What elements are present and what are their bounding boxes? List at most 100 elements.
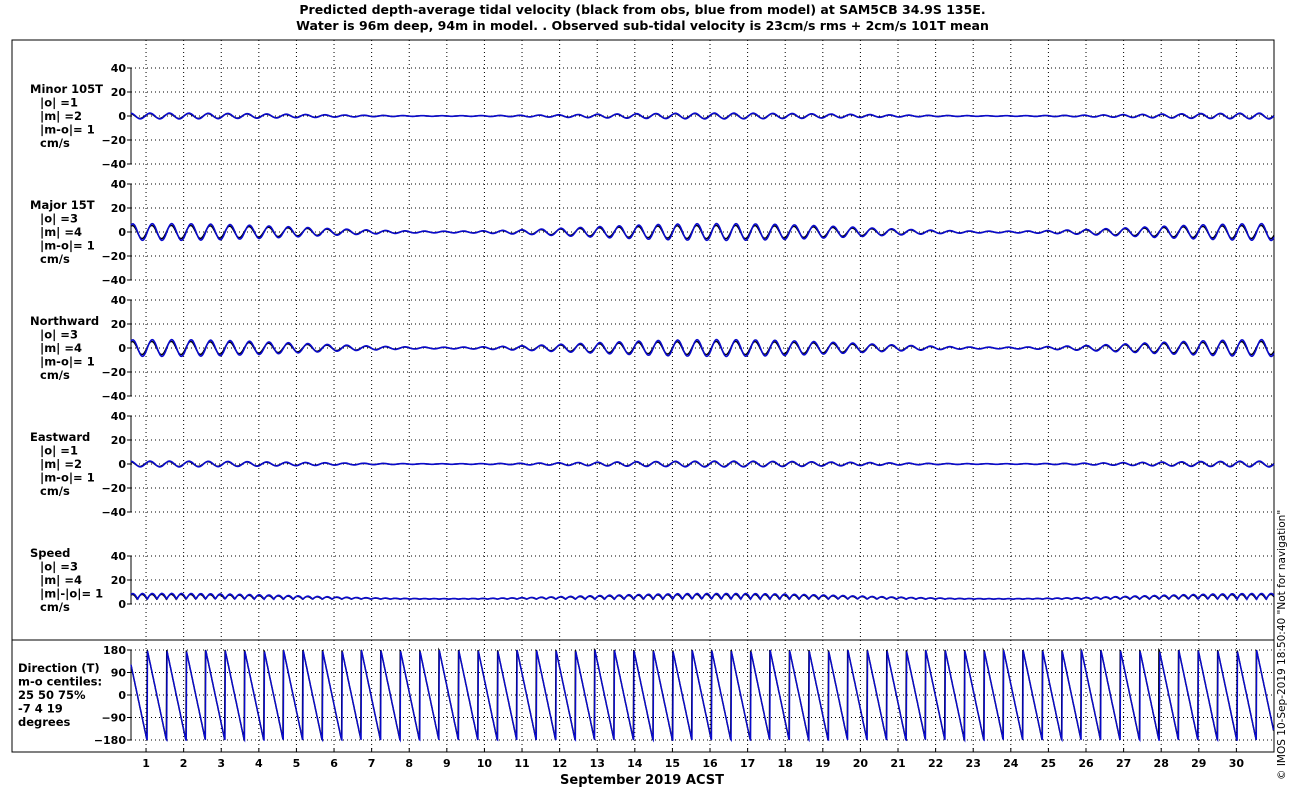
y-tick-label: −180 xyxy=(94,734,127,747)
panel-label-line: cm/s xyxy=(40,484,70,498)
x-tick-label: 24 xyxy=(1003,757,1019,770)
series-line-model-northward xyxy=(130,338,1275,358)
panel-label-line: cm/s xyxy=(40,368,70,382)
panel-label-line: Northward xyxy=(30,314,99,328)
y-tick-label: 0 xyxy=(118,458,126,471)
x-tick-label: 1 xyxy=(142,757,150,770)
y-tick-label: 180 xyxy=(103,644,126,657)
x-tick-label: 23 xyxy=(966,757,981,770)
panel-label-line: Speed xyxy=(30,546,70,560)
x-tick-label: 11 xyxy=(514,757,529,770)
x-tick-label: 19 xyxy=(815,757,830,770)
tidal-velocity-chart: 1 2 3 4 5 6 7 8 9 10 11 12 13 14 15 16 17 18 19 20 21 22 23 24 2… xyxy=(11,39,1275,788)
panel-label-line: |m-o|= 1 xyxy=(40,123,95,137)
panel-label-line: Minor 105T xyxy=(30,82,103,96)
x-tick-label: 22 xyxy=(928,757,943,770)
y-tick-label: −40 xyxy=(101,274,126,287)
series-line-model-eastward xyxy=(130,460,1275,468)
upper-frame xyxy=(11,39,1275,641)
panel-label-line: |m-o|= 1 xyxy=(40,355,95,369)
footer-note: © IMOS 10-Sep-2019 18:50:40 "Not for nav… xyxy=(1276,509,1288,780)
panel-label-line: m-o centiles: xyxy=(18,675,102,689)
panel-label-line: |m| =4 xyxy=(40,225,82,239)
y-tick-label: 20 xyxy=(111,202,127,215)
x-tick-label: 6 xyxy=(330,757,338,770)
y-tick-label: 90 xyxy=(111,667,127,680)
series-line-model-speed xyxy=(130,592,1275,601)
x-tick-label: 18 xyxy=(778,757,793,770)
x-tick-label: 29 xyxy=(1191,757,1206,770)
x-tick-label: 17 xyxy=(740,757,755,770)
panel-label-line: Major 15T xyxy=(30,198,95,212)
y-tick-label: 20 xyxy=(111,318,127,331)
y-tick-label: −40 xyxy=(101,390,126,403)
series-line-model-major xyxy=(130,222,1275,242)
y-tick-label: 20 xyxy=(111,434,127,447)
panel-labels: Minor 105T|o| =1|m| =2|m-o|= 1cm/sMajor … xyxy=(18,82,103,729)
y-tick-label: 0 xyxy=(118,110,126,123)
x-tick-label: 28 xyxy=(1154,757,1169,770)
panel-label-line: |m| =4 xyxy=(40,341,82,355)
y-tick-label: −20 xyxy=(101,482,126,495)
panel-label-line: |o| =1 xyxy=(40,444,78,458)
y-tick-label: −90 xyxy=(101,712,126,725)
x-tick-label: 8 xyxy=(405,757,413,770)
x-tick-label: 5 xyxy=(293,757,301,770)
panel-label-line: degrees xyxy=(18,715,71,729)
y-tick-label: −20 xyxy=(101,134,126,147)
series-lines xyxy=(130,112,1275,743)
panel-label-line: |o| =1 xyxy=(40,96,78,110)
x-tick-label: 2 xyxy=(180,757,188,770)
x-tick-label: 3 xyxy=(217,757,225,770)
y-tick-label: 0 xyxy=(118,598,126,611)
panel-label-line: -7 4 19 xyxy=(18,702,63,716)
panel-label-line: |m| =2 xyxy=(40,109,82,123)
x-tick-label: 27 xyxy=(1116,757,1131,770)
y-tick-label: 40 xyxy=(111,178,127,191)
y-tick-label: −20 xyxy=(101,366,126,379)
panel-label-line: |m| =4 xyxy=(40,573,82,587)
panel-label-line: cm/s xyxy=(40,136,70,150)
panel-label-line: |o| =3 xyxy=(40,328,78,342)
y-tick-label: −40 xyxy=(101,158,126,171)
x-axis-label: September 2019 ACST xyxy=(560,773,724,788)
panel-label-line: |m|-|o|= 1 xyxy=(40,587,103,601)
x-tick-label: 9 xyxy=(443,757,451,770)
panel-label-line: Eastward xyxy=(30,430,90,444)
y-tick-label: 40 xyxy=(111,62,127,75)
x-tick-label: 16 xyxy=(702,757,718,770)
panel-label-line: Direction (T) xyxy=(18,661,100,675)
y-tick-label: 20 xyxy=(111,86,127,99)
x-tick-label: 4 xyxy=(255,757,263,770)
panel-label-line: 25 50 75% xyxy=(18,688,86,702)
x-tick-label: 7 xyxy=(368,757,376,770)
y-tick-label: −40 xyxy=(101,506,126,519)
grid-lines xyxy=(131,40,1274,752)
panel-label-line: |o| =3 xyxy=(40,212,78,226)
y-tick-label: −20 xyxy=(101,250,126,263)
panel-label-line: |m-o|= 1 xyxy=(40,471,95,485)
x-tick-label: 14 xyxy=(627,757,643,770)
x-tick-label: 15 xyxy=(665,757,680,770)
x-tick-label: 20 xyxy=(853,757,869,770)
x-tick-label: 25 xyxy=(1041,757,1056,770)
x-tick-label: 10 xyxy=(477,757,493,770)
x-tick-label: 30 xyxy=(1229,757,1245,770)
panel-label-line: |m-o|= 1 xyxy=(40,239,95,253)
panel-label-line: |o| =3 xyxy=(40,560,78,574)
series-line-model-minor xyxy=(130,112,1275,120)
y-tick-label: 0 xyxy=(118,226,126,239)
panel-label-line: |m| =2 xyxy=(40,457,82,471)
y-tick-label: 20 xyxy=(111,574,127,587)
x-tick-label: 26 xyxy=(1078,757,1094,770)
x-tick-label: 13 xyxy=(590,757,605,770)
panel-label-line: cm/s xyxy=(40,600,70,614)
y-tick-label: 0 xyxy=(118,342,126,355)
y-tick-label: 0 xyxy=(118,689,126,702)
x-tick-label: 12 xyxy=(552,757,567,770)
y-tick-label: 40 xyxy=(111,550,127,563)
y-tick-label: 40 xyxy=(111,294,127,307)
x-tick-label: 21 xyxy=(890,757,905,770)
panel-label-line: cm/s xyxy=(40,252,70,266)
y-tick-label: 40 xyxy=(111,410,127,423)
